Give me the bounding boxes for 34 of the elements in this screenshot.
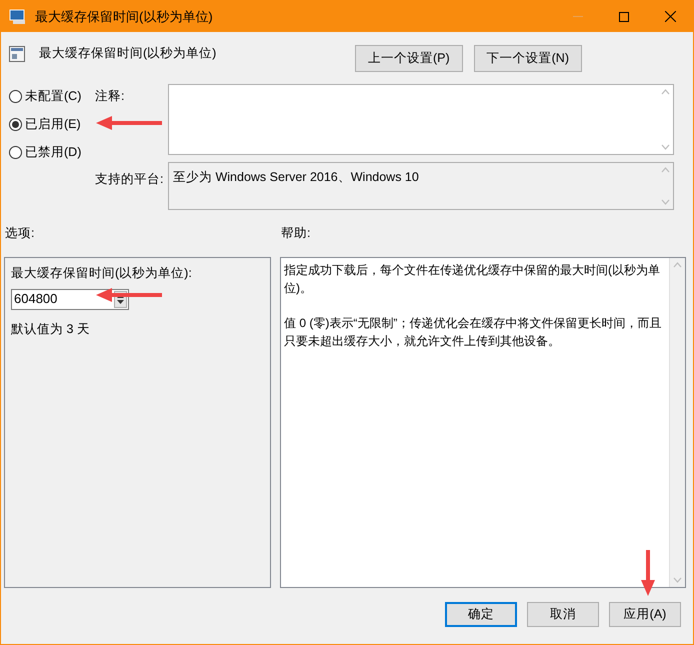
help-text: 指定成功下载后，每个文件在传递优化缓存中保留的最大时间(以秒为单位)。 — [284, 262, 661, 297]
dialog-button[interactable]: 确定 — [445, 602, 517, 627]
comment-label: 注释: — [95, 89, 124, 103]
number-input[interactable]: 604800 — [11, 288, 129, 310]
scroll-down-icon[interactable] — [660, 144, 670, 150]
annotation-arrow-icon — [96, 288, 162, 302]
field-label: 最大缓存保留时间(以秒为单位): — [11, 264, 193, 282]
platform-box: 至少为 Windows Server 2016、Windows 10 — [168, 162, 674, 210]
scroll-up-icon[interactable] — [673, 262, 682, 268]
spin-down-icon[interactable] — [117, 300, 124, 304]
scroll-up-icon[interactable] — [660, 89, 670, 95]
radio-option[interactable]: 未配置(C) — [9, 87, 95, 105]
platform-label: 支持的平台: — [95, 171, 164, 188]
comment-field[interactable] — [168, 84, 674, 155]
radio-option[interactable]: 已启用(E) — [9, 115, 95, 133]
annotation-arrow-icon — [96, 116, 162, 130]
policy-title: 最大缓存保留时间(以秒为单位) — [39, 45, 216, 62]
dialog-button[interactable]: 取消 — [527, 602, 599, 627]
default-note: 默认值为 3 天 — [11, 320, 91, 338]
radio-option[interactable]: 已禁用(D) — [9, 143, 95, 161]
help-label: 帮助: — [281, 225, 310, 242]
dialog-button[interactable]: 应用(A) — [609, 602, 681, 627]
annotation-arrow-icon — [641, 550, 655, 596]
scroll-down-icon[interactable] — [660, 199, 670, 205]
scroll-up-icon[interactable] — [660, 167, 670, 173]
scroll-down-icon[interactable] — [673, 576, 682, 583]
policy-icon — [9, 46, 25, 62]
spin-up-icon[interactable] — [117, 294, 124, 298]
nav-button[interactable]: 上一个设置(P) — [354, 45, 463, 72]
options-label: 选项: — [5, 225, 36, 242]
window-title: 最大缓存保留时间(以秒为单位) — [35, 8, 213, 26]
nav-button[interactable]: 下一个设置(N) — [474, 45, 582, 72]
computer-icon — [9, 8, 27, 24]
help-text: 值 0 (零)表示“无限制”；传递优化会在缓存中将文件保留更长时间，而且只要未超出缓存大小，就允许文件上传到其他设备。 — [284, 314, 662, 350]
